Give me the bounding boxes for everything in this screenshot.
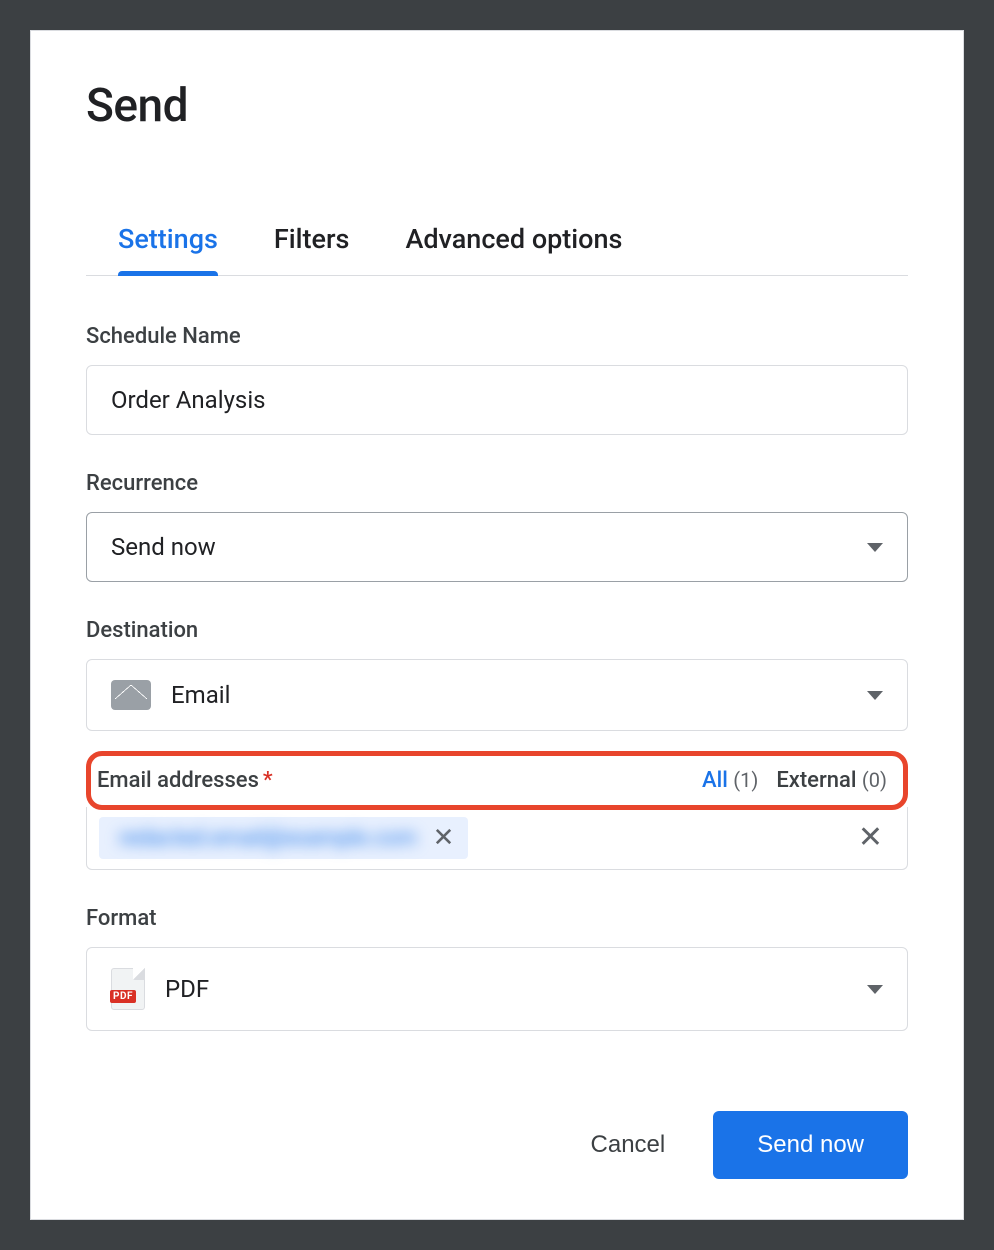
email-filter-all[interactable]: All (1) [702,768,758,793]
recurrence-value: Send now [111,533,216,561]
recurrence-label: Recurrence [86,471,908,496]
schedule-name-field: Schedule Name [86,324,908,435]
required-asterisk: * [263,768,273,793]
recurrence-field: Recurrence Send now [86,471,908,582]
clear-all-icon[interactable]: ✕ [858,823,895,853]
schedule-name-input[interactable] [86,365,908,435]
mail-icon [111,680,151,710]
email-chip-text: redacted.email@example.com [119,826,417,851]
format-value: PDF [165,975,209,1003]
format-label: Format [86,906,908,931]
tab-settings[interactable]: Settings [118,223,218,275]
email-filter-external[interactable]: External (0) [776,768,887,793]
send-now-button[interactable]: Send now [713,1111,908,1179]
dialog-title: Send [86,79,908,133]
email-addresses-field: Email addresses* All (1) External (0) re… [86,751,908,870]
chevron-down-icon [867,985,883,994]
pdf-icon: PDF [111,968,145,1010]
schedule-name-label: Schedule Name [86,324,908,349]
dialog-footer: Cancel Send now [86,1071,908,1179]
tab-filters[interactable]: Filters [274,223,350,275]
chevron-down-icon [867,691,883,700]
email-filter-tabs: All (1) External (0) [702,768,887,793]
email-addresses-highlight: Email addresses* All (1) External (0) [86,751,908,810]
destination-label: Destination [86,618,908,643]
recurrence-select[interactable]: Send now [86,512,908,582]
format-field: Format PDF PDF [86,906,908,1031]
tabs: Settings Filters Advanced options [86,223,908,276]
chip-remove-icon[interactable]: ✕ [433,825,455,851]
email-addresses-label: Email addresses* [97,768,273,793]
send-dialog: Send Settings Filters Advanced options S… [30,30,964,1220]
cancel-button[interactable]: Cancel [583,1119,674,1171]
email-addresses-input[interactable]: redacted.email@example.com ✕ ✕ [86,807,908,870]
chevron-down-icon [867,543,883,552]
email-chip: redacted.email@example.com ✕ [99,817,468,859]
destination-field: Destination Email [86,618,908,731]
tab-advanced-options[interactable]: Advanced options [405,223,622,275]
destination-select[interactable]: Email [86,659,908,731]
destination-value: Email [171,681,230,709]
format-select[interactable]: PDF PDF [86,947,908,1031]
